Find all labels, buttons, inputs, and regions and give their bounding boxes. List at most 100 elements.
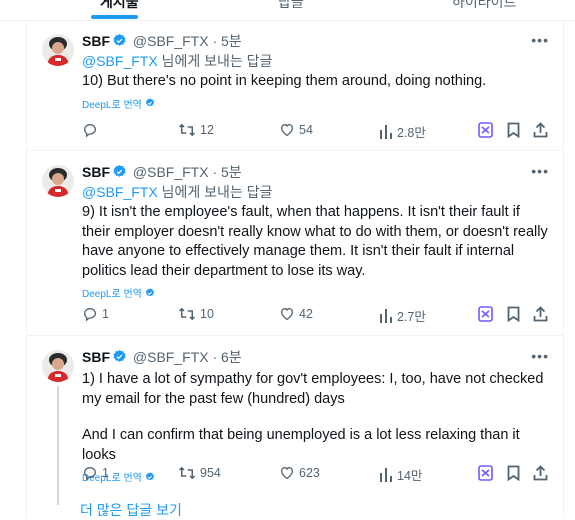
deepl-badge-icon [145, 287, 154, 296]
grok-button[interactable] [478, 306, 493, 322]
thread-connector-line [57, 386, 59, 496]
retweet-button[interactable]: 10 [178, 306, 214, 322]
retweet-button[interactable]: 12 [178, 122, 214, 138]
view-count: 2.8만 [397, 126, 426, 140]
like-button[interactable]: 54 [279, 122, 313, 138]
tweet[interactable]: SBF @SBF_FTX · 6분 ••• 1) I have a lot of… [27, 336, 563, 518]
avatar[interactable] [42, 350, 74, 382]
retweet-button[interactable]: 954 [178, 465, 221, 481]
share-button[interactable] [533, 306, 548, 322]
timestamp[interactable]: 6분 [221, 349, 242, 365]
share-icon [533, 122, 548, 138]
timestamp[interactable]: 5분 [221, 164, 242, 180]
separator-dot: · [212, 33, 218, 49]
like-button[interactable]: 623 [279, 465, 320, 481]
tab-replies[interactable]: 답글 [278, 0, 304, 12]
tweet-text: 9) It isn't the employee's fault, when t… [82, 204, 548, 279]
reply-icon [83, 123, 97, 138]
views-button[interactable]: 2.7만 [379, 306, 426, 325]
avatar[interactable] [42, 165, 74, 197]
tab-posts[interactable]: 게시물 [100, 0, 139, 12]
reply-icon [83, 466, 97, 481]
reply-button[interactable]: 1 [82, 465, 109, 481]
reply-context-label: 님에게 보내는 답글 [157, 184, 273, 200]
tweet-text: 10) But there's no point in keeping them… [82, 73, 487, 89]
bookmark-button[interactable] [507, 306, 520, 322]
reply-button[interactable] [82, 122, 102, 138]
like-count: 42 [299, 307, 313, 321]
display-name[interactable]: SBF [82, 349, 110, 365]
views-chart-icon [380, 467, 392, 482]
reply-icon [83, 307, 97, 322]
reply-context: @SBF_FTX 님에게 보내는 답글 [82, 183, 549, 201]
retweet-icon [178, 466, 196, 480]
share-button[interactable] [533, 465, 548, 481]
handle[interactable]: @SBF_FTX [133, 164, 209, 180]
translate-label: DeepL로 번역 [82, 289, 142, 300]
more-options-icon[interactable]: ••• [531, 163, 549, 179]
like-button[interactable]: 42 [279, 306, 313, 322]
tweet-header: SBF @SBF_FTX · 5분 [82, 32, 549, 52]
tab-highlights[interactable]: 하이라이트 [452, 0, 516, 12]
tweet-actions: 12 54 2.8만 [82, 122, 549, 140]
thread-dots [57, 491, 59, 505]
tweet-text: 1) I have a lot of sympathy for gov't em… [82, 371, 544, 407]
bookmark-button[interactable] [507, 465, 520, 481]
handle[interactable]: @SBF_FTX [133, 349, 209, 365]
tweet-actions: 1 10 42 2.7만 [82, 306, 549, 324]
grok-icon [478, 465, 493, 481]
bookmark-icon [507, 306, 520, 322]
translate-link[interactable]: DeepL로 번역 [82, 96, 549, 111]
views-chart-icon [380, 308, 392, 323]
retweet-count: 954 [200, 466, 221, 480]
separator-dot: · [212, 349, 218, 365]
heart-icon [280, 466, 294, 480]
tweet-header: SBF @SBF_FTX · 6분 [82, 348, 549, 368]
grok-icon [478, 122, 493, 138]
views-button[interactable]: 14만 [379, 465, 422, 484]
handle[interactable]: @SBF_FTX [133, 33, 209, 49]
timestamp[interactable]: 5분 [221, 33, 242, 49]
active-tab-indicator [91, 15, 138, 19]
reply-context-label: 님에게 보내는 답글 [157, 53, 273, 69]
verified-badge-icon [112, 164, 127, 183]
reply-button[interactable]: 1 [82, 306, 109, 322]
like-count: 54 [299, 123, 313, 137]
like-count: 623 [299, 466, 320, 480]
share-icon [533, 465, 548, 481]
more-options-icon[interactable]: ••• [531, 32, 549, 48]
grok-button[interactable] [478, 122, 493, 138]
tweet[interactable]: SBF @SBF_FTX · 5분 ••• @SBF_FTX 님에게 보내는 답… [27, 151, 563, 336]
views-chart-icon [380, 124, 392, 139]
separator-dot: · [212, 164, 218, 180]
grok-button[interactable] [478, 465, 493, 481]
display-name[interactable]: SBF [82, 33, 110, 49]
show-more-replies-link[interactable]: 더 많은 답글 보기 [80, 500, 182, 520]
display-name[interactable]: SBF [82, 164, 110, 180]
tweet-header: SBF @SBF_FTX · 5분 [82, 163, 549, 183]
profile-tabs: 게시물 답글 하이라이트 [0, 0, 575, 19]
heart-icon [280, 307, 294, 321]
view-count: 14만 [397, 469, 423, 483]
reply-context: @SBF_FTX 님에게 보내는 답글 [82, 52, 549, 70]
tweet[interactable]: SBF @SBF_FTX · 5분 ••• @SBF_FTX 님에게 보내는 답… [27, 20, 563, 151]
reply-to-link[interactable]: @SBF_FTX [82, 53, 158, 69]
retweet-count: 10 [200, 307, 214, 321]
verified-badge-icon [112, 33, 127, 52]
bookmark-icon [507, 465, 520, 481]
reply-count: 1 [102, 466, 109, 480]
avatar[interactable] [42, 34, 74, 66]
view-count: 2.7만 [397, 310, 426, 324]
tweet-feed: SBF @SBF_FTX · 5분 ••• @SBF_FTX 님에게 보내는 답… [26, 20, 564, 518]
views-button[interactable]: 2.8만 [379, 122, 426, 141]
retweet-icon [178, 307, 196, 321]
translate-link[interactable]: DeepL로 번역 [82, 285, 549, 300]
reply-to-link[interactable]: @SBF_FTX [82, 184, 158, 200]
translate-label: DeepL로 번역 [82, 99, 142, 111]
share-button[interactable] [533, 122, 548, 138]
verified-badge-icon [112, 349, 127, 368]
more-options-icon[interactable]: ••• [531, 348, 549, 364]
retweet-icon [178, 123, 196, 137]
bookmark-button[interactable] [507, 122, 520, 138]
bookmark-icon [507, 122, 520, 138]
